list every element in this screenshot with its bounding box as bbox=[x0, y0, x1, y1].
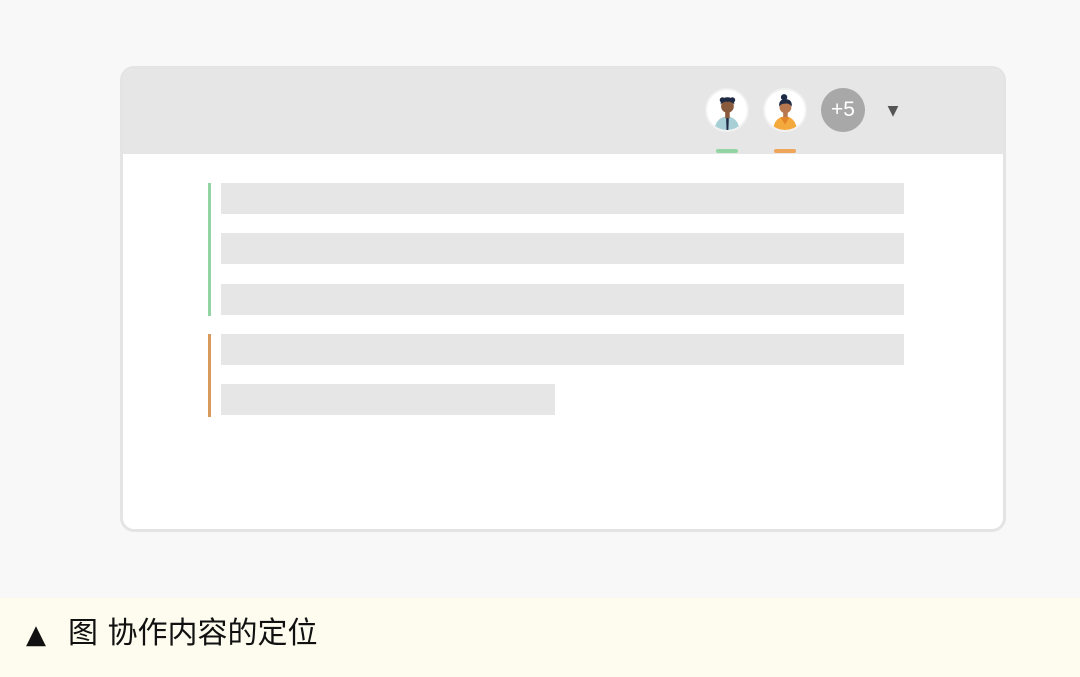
editor-section-marker-orange bbox=[208, 334, 211, 417]
window-header: +5 ▼ bbox=[123, 69, 1003, 154]
content-placeholder-line bbox=[221, 284, 904, 315]
document-window: +5 ▼ bbox=[120, 66, 1006, 532]
presence-indicator-orange bbox=[774, 149, 796, 153]
editor-section-marker-green bbox=[208, 183, 211, 316]
more-collaborators-badge[interactable]: +5 bbox=[821, 88, 865, 132]
content-placeholder-line bbox=[221, 183, 904, 214]
figure-caption: ▲ 图 协作内容的定位 bbox=[0, 598, 1080, 677]
content-placeholder-line bbox=[221, 233, 904, 264]
collaborator-avatar-man[interactable] bbox=[705, 88, 749, 132]
content-placeholder-line bbox=[221, 334, 904, 365]
content-placeholder-line bbox=[221, 384, 555, 415]
triangle-up-icon: ▲ bbox=[26, 620, 46, 650]
avatar-man-icon bbox=[707, 90, 747, 130]
collaborator-avatar-woman[interactable] bbox=[763, 88, 807, 132]
dropdown-caret-icon[interactable]: ▼ bbox=[883, 103, 903, 119]
caption-text: 图 协作内容的定位 bbox=[68, 616, 318, 651]
presence-indicator-green bbox=[716, 149, 738, 153]
avatar-woman-icon bbox=[765, 90, 805, 130]
